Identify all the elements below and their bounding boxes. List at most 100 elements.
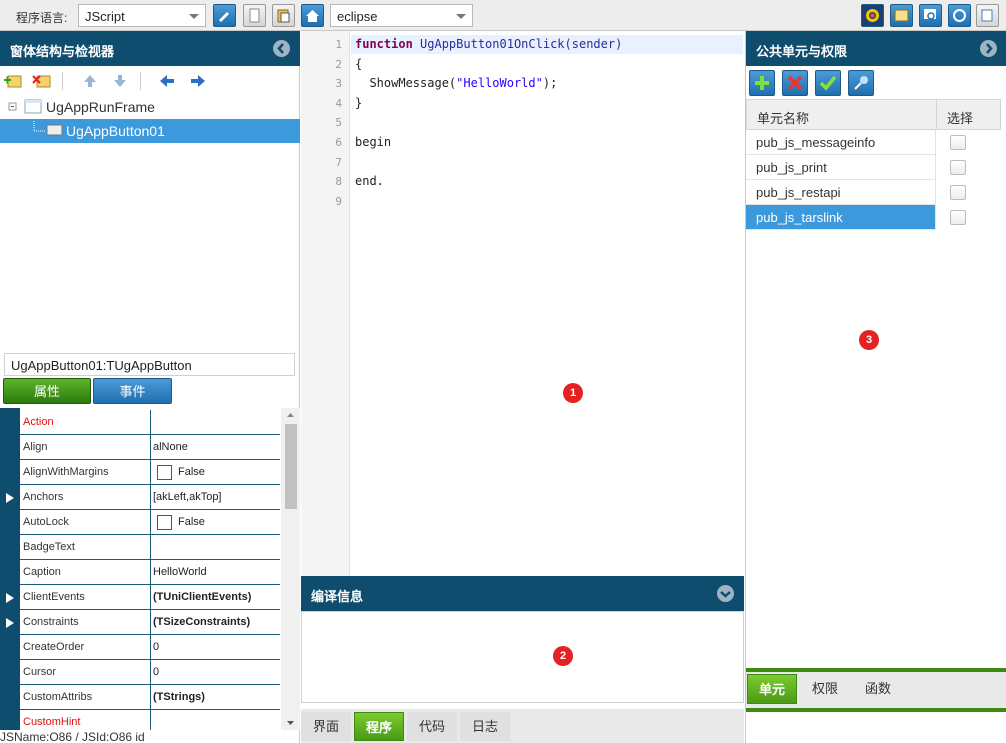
column-divider xyxy=(936,100,937,131)
line-number: 5 xyxy=(335,116,342,130)
property-row[interactable]: Align alNone xyxy=(20,435,280,460)
property-value-cell[interactable]: False xyxy=(150,510,280,535)
ide-window: 程序语言: JScript eclipse 窗体结构与检视器 UgAppRunF… xyxy=(0,0,1006,743)
property-row[interactable]: Action xyxy=(20,410,280,435)
expand-arrow-icon[interactable] xyxy=(6,593,14,603)
line-number: 6 xyxy=(335,136,342,149)
property-row[interactable]: ClientEvents (TUniClientEvents) xyxy=(20,585,280,610)
line-number: 1 xyxy=(335,38,342,51)
compile-info-output xyxy=(301,611,744,703)
property-name: Anchors xyxy=(23,491,64,503)
move-up-button[interactable] xyxy=(80,72,100,90)
property-value-cell[interactable]: 0 xyxy=(150,635,280,660)
tree-node-button01[interactable]: UgAppButton01 xyxy=(8,120,288,142)
theme-select[interactable]: eclipse xyxy=(330,4,473,27)
tab-permissions[interactable]: 权限 xyxy=(800,674,850,704)
code-editor[interactable] xyxy=(351,31,744,576)
tab-ui[interactable]: 界面 xyxy=(301,712,351,741)
add-node-button[interactable] xyxy=(3,72,23,90)
tab-events[interactable]: 事件 xyxy=(93,378,172,404)
unit-row[interactable]: pub_js_messageinfo xyxy=(746,130,994,155)
left-panel-title: 窗体结构与检视器 xyxy=(10,44,115,59)
unit-select-checkbox[interactable] xyxy=(950,160,966,175)
calendar-icon xyxy=(894,9,909,22)
tree-toolbar xyxy=(0,66,300,97)
tree-node-runframe[interactable]: UgAppRunFrame xyxy=(8,96,288,118)
property-checkbox[interactable] xyxy=(157,515,172,530)
tab-bar-bottom-border xyxy=(746,708,1006,712)
add-unit-button[interactable] xyxy=(749,70,775,96)
property-value-cell[interactable]: (TUniClientEvents) xyxy=(150,585,280,610)
property-row[interactable]: Caption HelloWorld xyxy=(20,560,280,585)
object-name-field[interactable]: UgAppButton01:TUgAppButton xyxy=(4,353,295,376)
property-row[interactable]: Anchors [akLeft,akTop] xyxy=(20,485,280,510)
search-button[interactable] xyxy=(919,4,942,27)
unit-select-checkbox[interactable] xyxy=(950,210,966,225)
settings-button[interactable] xyxy=(861,4,884,27)
plus-icon xyxy=(755,76,769,90)
tab-properties[interactable]: 属性 xyxy=(3,378,91,404)
collapse-compile-button[interactable] xyxy=(717,585,734,602)
delete-node-button[interactable] xyxy=(32,72,52,90)
property-value-cell[interactable] xyxy=(150,710,280,730)
tab-program[interactable]: 程序 xyxy=(354,712,404,741)
property-value-cell[interactable]: [akLeft,akTop] xyxy=(150,485,280,510)
property-checkbox[interactable] xyxy=(157,465,172,480)
tab-units[interactable]: 单元 xyxy=(747,674,797,704)
scrollbar-thumb[interactable] xyxy=(285,424,297,509)
property-value-cell[interactable] xyxy=(150,535,280,560)
edit-button[interactable] xyxy=(213,4,236,27)
calendar-button[interactable] xyxy=(890,4,913,27)
pin-button[interactable] xyxy=(848,70,874,96)
tree-node-label: UgAppButton01 xyxy=(66,123,165,139)
home-button[interactable] xyxy=(301,4,324,27)
expand-arrow-icon[interactable] xyxy=(6,493,14,503)
document-button[interactable] xyxy=(243,4,266,27)
property-value-cell[interactable]: HelloWorld xyxy=(150,560,280,585)
property-row[interactable]: AutoLock False xyxy=(20,510,280,535)
unit-name: pub_js_tarslink xyxy=(756,210,843,225)
move-down-button[interactable] xyxy=(110,72,130,90)
export-button[interactable] xyxy=(976,4,999,27)
property-value: 0 xyxy=(153,641,160,653)
property-value-cell[interactable] xyxy=(150,410,280,435)
remove-unit-button[interactable] xyxy=(782,70,808,96)
unit-select-checkbox[interactable] xyxy=(950,135,966,150)
form-icon xyxy=(8,99,42,114)
move-left-button[interactable] xyxy=(157,72,177,90)
property-value: (TUniClientEvents) xyxy=(153,591,252,603)
property-row[interactable]: CustomHint xyxy=(20,710,280,730)
confirm-button[interactable] xyxy=(815,70,841,96)
move-right-button[interactable] xyxy=(188,72,208,90)
language-value: JScript xyxy=(85,9,125,24)
expand-arrow-icon[interactable] xyxy=(6,618,14,628)
collapse-left-button[interactable] xyxy=(273,40,290,57)
paste-button[interactable] xyxy=(272,4,295,27)
add-node-icon xyxy=(4,75,22,88)
property-value-cell[interactable]: alNone xyxy=(150,435,280,460)
property-row[interactable]: BadgeText xyxy=(20,535,280,560)
property-value-cell[interactable]: (TSizeConstraints) xyxy=(150,610,280,635)
unit-row[interactable]: pub_js_tarslink xyxy=(746,205,994,230)
property-row[interactable]: CustomAttribs (TStrings) xyxy=(20,685,280,710)
tab-functions[interactable]: 函数 xyxy=(853,674,903,704)
close-icon xyxy=(787,75,803,91)
property-value-cell[interactable]: (TStrings) xyxy=(150,685,280,710)
language-select[interactable]: JScript xyxy=(78,4,206,27)
property-row[interactable]: Cursor 0 xyxy=(20,660,280,685)
property-row[interactable]: Constraints (TSizeConstraints) xyxy=(20,610,280,635)
property-row[interactable]: AlignWithMargins False xyxy=(20,460,280,485)
tab-log[interactable]: 日志 xyxy=(460,712,510,741)
unit-row[interactable]: pub_js_restapi xyxy=(746,180,994,205)
property-value-cell[interactable]: 0 xyxy=(150,660,280,685)
unit-row[interactable]: pub_js_print xyxy=(746,155,994,180)
property-row[interactable]: CreateOrder 0 xyxy=(20,635,280,660)
refresh-button[interactable] xyxy=(948,4,971,27)
unit-select-checkbox[interactable] xyxy=(950,185,966,200)
tree-node-label: UgAppRunFrame xyxy=(46,99,155,115)
tab-code[interactable]: 代码 xyxy=(407,712,457,741)
property-value-cell[interactable]: False xyxy=(150,460,280,485)
collapse-right-button[interactable] xyxy=(980,40,997,57)
arrow-down-icon xyxy=(114,75,126,87)
property-value: False xyxy=(178,516,205,528)
